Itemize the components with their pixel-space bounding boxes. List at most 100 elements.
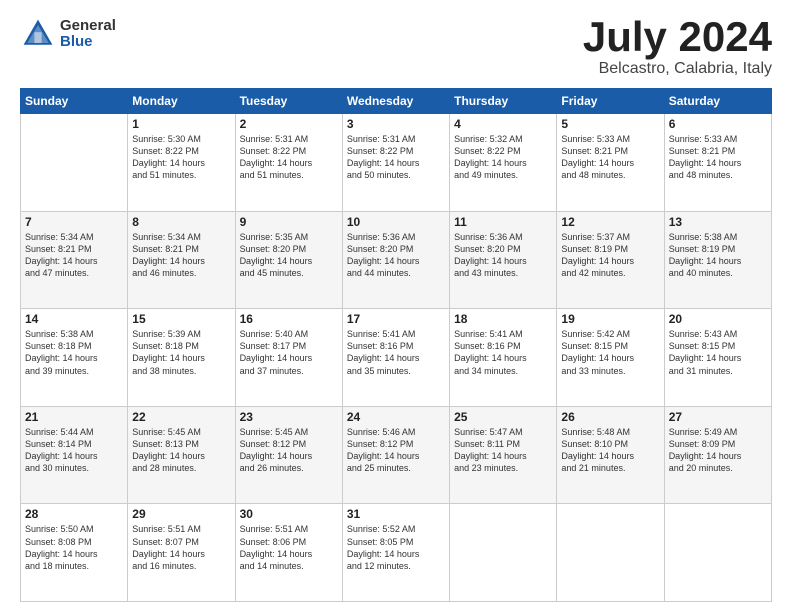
calendar-cell: 8Sunrise: 5:34 AM Sunset: 8:21 PM Daylig… bbox=[128, 211, 235, 309]
day-number: 27 bbox=[669, 410, 767, 424]
weekday-header: Sunday bbox=[21, 89, 128, 114]
day-number: 13 bbox=[669, 215, 767, 229]
day-number: 24 bbox=[347, 410, 445, 424]
location: Belcastro, Calabria, Italy bbox=[583, 60, 772, 78]
calendar-cell: 4Sunrise: 5:32 AM Sunset: 8:22 PM Daylig… bbox=[450, 114, 557, 212]
logo-blue-text: Blue bbox=[60, 34, 116, 51]
day-number: 30 bbox=[240, 507, 338, 521]
calendar-body: 1 Sunrise: 5:30 AM Sunset: 8:22 PM Daylig… bbox=[21, 114, 772, 602]
calendar-cell: 20 Sunrise: 5:43 AM Sunset: 8:15 PM Dayli… bbox=[664, 309, 771, 407]
calendar-cell: 2 Sunrise: 5:31 AM Sunset: 8:22 PM Daylig… bbox=[235, 114, 342, 212]
calendar-cell: 11 Sunrise: 5:36 AM Sunset: 8:20 PM Dayli… bbox=[450, 211, 557, 309]
calendar-week-row: 14 Sunrise: 5:38 AM Sunset: 8:18 PM Dayli… bbox=[21, 309, 772, 407]
calendar-cell: 15Sunrise: 5:39 AM Sunset: 8:18 PM Dayli… bbox=[128, 309, 235, 407]
day-number: 11 bbox=[454, 215, 552, 229]
title-section: July 2024 Belcastro, Calabria, Italy bbox=[583, 16, 772, 78]
day-number: 9 bbox=[240, 215, 338, 229]
day-info: Sunrise: 5:52 AM Sunset: 8:05 PM Dayligh… bbox=[347, 523, 445, 572]
day-info: Sunrise: 5:34 AM Sunset: 8:21 PM Dayligh… bbox=[132, 231, 230, 280]
weekday-row: SundayMondayTuesdayWednesdayThursdayFrid… bbox=[21, 89, 772, 114]
calendar-cell: 6 Sunrise: 5:33 AM Sunset: 8:21 PM Daylig… bbox=[664, 114, 771, 212]
calendar-cell: 26Sunrise: 5:48 AM Sunset: 8:10 PM Dayli… bbox=[557, 406, 664, 504]
day-info: Sunrise: 5:50 AM Sunset: 8:08 PM Dayligh… bbox=[25, 523, 123, 572]
calendar-cell: 1 Sunrise: 5:30 AM Sunset: 8:22 PM Daylig… bbox=[128, 114, 235, 212]
day-info: Sunrise: 5:38 AM Sunset: 8:18 PM Dayligh… bbox=[25, 328, 123, 377]
calendar-cell: 29 Sunrise: 5:51 AM Sunset: 8:07 PM Dayli… bbox=[128, 504, 235, 602]
calendar-cell: 16 Sunrise: 5:40 AM Sunset: 8:17 PM Dayli… bbox=[235, 309, 342, 407]
day-number: 2 bbox=[240, 117, 338, 131]
calendar-header: SundayMondayTuesdayWednesdayThursdayFrid… bbox=[21, 89, 772, 114]
day-number: 26 bbox=[561, 410, 659, 424]
day-number: 21 bbox=[25, 410, 123, 424]
day-info: Sunrise: 5:32 AM Sunset: 8:22 PM Dayligh… bbox=[454, 133, 552, 182]
weekday-header: Monday bbox=[128, 89, 235, 114]
day-number: 28 bbox=[25, 507, 123, 521]
calendar-cell: 3Sunrise: 5:31 AM Sunset: 8:22 PM Daylig… bbox=[342, 114, 449, 212]
calendar-cell: 5 Sunrise: 5:33 AM Sunset: 8:21 PM Daylig… bbox=[557, 114, 664, 212]
logo-text: General Blue bbox=[60, 18, 116, 51]
day-info: Sunrise: 5:47 AM Sunset: 8:11 PM Dayligh… bbox=[454, 426, 552, 475]
day-info: Sunrise: 5:46 AM Sunset: 8:12 PM Dayligh… bbox=[347, 426, 445, 475]
day-number: 7 bbox=[25, 215, 123, 229]
calendar-cell bbox=[664, 504, 771, 602]
calendar-cell: 7 Sunrise: 5:34 AM Sunset: 8:21 PM Daylig… bbox=[21, 211, 128, 309]
calendar-cell: 23 Sunrise: 5:45 AM Sunset: 8:12 PM Dayli… bbox=[235, 406, 342, 504]
day-number: 6 bbox=[669, 117, 767, 131]
calendar-cell: 31 Sunrise: 5:52 AM Sunset: 8:05 PM Dayli… bbox=[342, 504, 449, 602]
day-number: 12 bbox=[561, 215, 659, 229]
day-number: 1 bbox=[132, 117, 230, 131]
day-info: Sunrise: 5:42 AM Sunset: 8:15 PM Dayligh… bbox=[561, 328, 659, 377]
calendar-cell: 28 Sunrise: 5:50 AM Sunset: 8:08 PM Dayli… bbox=[21, 504, 128, 602]
day-info: Sunrise: 5:49 AM Sunset: 8:09 PM Dayligh… bbox=[669, 426, 767, 475]
day-info: Sunrise: 5:37 AM Sunset: 8:19 PM Dayligh… bbox=[561, 231, 659, 280]
day-info: Sunrise: 5:39 AM Sunset: 8:18 PM Dayligh… bbox=[132, 328, 230, 377]
day-info: Sunrise: 5:35 AM Sunset: 8:20 PM Dayligh… bbox=[240, 231, 338, 280]
day-number: 17 bbox=[347, 312, 445, 326]
weekday-header: Tuesday bbox=[235, 89, 342, 114]
day-number: 25 bbox=[454, 410, 552, 424]
day-number: 14 bbox=[25, 312, 123, 326]
day-number: 16 bbox=[240, 312, 338, 326]
calendar-cell bbox=[21, 114, 128, 212]
day-info: Sunrise: 5:51 AM Sunset: 8:06 PM Dayligh… bbox=[240, 523, 338, 572]
calendar-cell: 25 Sunrise: 5:47 AM Sunset: 8:11 PM Dayli… bbox=[450, 406, 557, 504]
day-number: 3 bbox=[347, 117, 445, 131]
day-info: Sunrise: 5:45 AM Sunset: 8:13 PM Dayligh… bbox=[132, 426, 230, 475]
day-info: Sunrise: 5:36 AM Sunset: 8:20 PM Dayligh… bbox=[347, 231, 445, 280]
day-number: 20 bbox=[669, 312, 767, 326]
day-info: Sunrise: 5:51 AM Sunset: 8:07 PM Dayligh… bbox=[132, 523, 230, 572]
calendar-cell: 27 Sunrise: 5:49 AM Sunset: 8:09 PM Dayli… bbox=[664, 406, 771, 504]
calendar-cell: 18 Sunrise: 5:41 AM Sunset: 8:16 PM Dayli… bbox=[450, 309, 557, 407]
day-number: 19 bbox=[561, 312, 659, 326]
day-number: 18 bbox=[454, 312, 552, 326]
day-info: Sunrise: 5:34 AM Sunset: 8:21 PM Dayligh… bbox=[25, 231, 123, 280]
logo-general-text: General bbox=[60, 18, 116, 35]
calendar-cell: 13 Sunrise: 5:38 AM Sunset: 8:19 PM Dayli… bbox=[664, 211, 771, 309]
day-info: Sunrise: 5:30 AM Sunset: 8:22 PM Dayligh… bbox=[132, 133, 230, 182]
header: General Blue July 2024 Belcastro, Calabr… bbox=[20, 16, 772, 78]
day-info: Sunrise: 5:43 AM Sunset: 8:15 PM Dayligh… bbox=[669, 328, 767, 377]
day-info: Sunrise: 5:38 AM Sunset: 8:19 PM Dayligh… bbox=[669, 231, 767, 280]
month-title: July 2024 bbox=[583, 16, 772, 58]
day-info: Sunrise: 5:41 AM Sunset: 8:16 PM Dayligh… bbox=[347, 328, 445, 377]
logo: General Blue bbox=[20, 16, 116, 52]
calendar-cell bbox=[450, 504, 557, 602]
calendar-week-row: 21Sunrise: 5:44 AM Sunset: 8:14 PM Dayli… bbox=[21, 406, 772, 504]
day-info: Sunrise: 5:36 AM Sunset: 8:20 PM Dayligh… bbox=[454, 231, 552, 280]
day-info: Sunrise: 5:33 AM Sunset: 8:21 PM Dayligh… bbox=[561, 133, 659, 182]
calendar: SundayMondayTuesdayWednesdayThursdayFrid… bbox=[20, 88, 772, 602]
day-number: 29 bbox=[132, 507, 230, 521]
day-info: Sunrise: 5:45 AM Sunset: 8:12 PM Dayligh… bbox=[240, 426, 338, 475]
calendar-week-row: 1 Sunrise: 5:30 AM Sunset: 8:22 PM Daylig… bbox=[21, 114, 772, 212]
day-number: 10 bbox=[347, 215, 445, 229]
day-number: 31 bbox=[347, 507, 445, 521]
day-number: 22 bbox=[132, 410, 230, 424]
day-info: Sunrise: 5:31 AM Sunset: 8:22 PM Dayligh… bbox=[240, 133, 338, 182]
day-info: Sunrise: 5:41 AM Sunset: 8:16 PM Dayligh… bbox=[454, 328, 552, 377]
day-number: 5 bbox=[561, 117, 659, 131]
day-info: Sunrise: 5:40 AM Sunset: 8:17 PM Dayligh… bbox=[240, 328, 338, 377]
day-info: Sunrise: 5:33 AM Sunset: 8:21 PM Dayligh… bbox=[669, 133, 767, 182]
day-number: 23 bbox=[240, 410, 338, 424]
weekday-header: Wednesday bbox=[342, 89, 449, 114]
weekday-header: Friday bbox=[557, 89, 664, 114]
